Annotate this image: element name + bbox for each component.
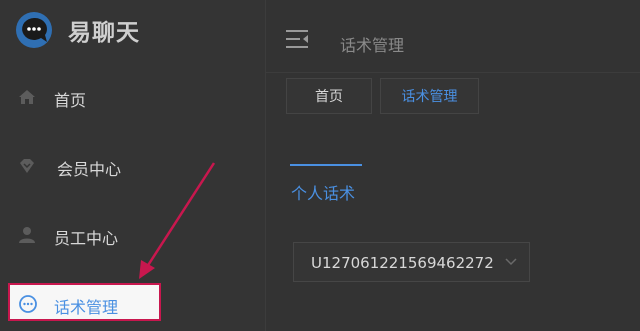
diamond-icon	[20, 159, 34, 173]
chevron-down-icon	[505, 258, 517, 266]
sidebar-item-script-management[interactable]: 话术管理	[0, 283, 265, 323]
tab-personal-scripts[interactable]: 个人话术	[291, 180, 355, 204]
sidebar: 易聊天 首页 会员中心 员工中心 话术管理	[0, 0, 265, 331]
sidebar-item-label: 首页	[54, 91, 87, 110]
sidebar-item-label: 员工中心	[54, 229, 119, 248]
tab-home[interactable]: 首页	[286, 78, 372, 114]
app-name: 易聊天	[68, 20, 140, 46]
account-select-value: U127061221569462272	[311, 254, 494, 272]
sidebar-item-label: 会员中心	[57, 160, 122, 179]
sidebar-item-home[interactable]: 首页	[0, 77, 265, 117]
user-icon	[19, 227, 35, 243]
top-bar: 话术管理	[266, 0, 640, 76]
sidebar-item-label: 话术管理	[54, 298, 119, 317]
tab-script-management[interactable]: 话术管理	[380, 78, 479, 114]
sidebar-item-member-center[interactable]: 会员中心	[0, 146, 265, 186]
menu-fold-icon[interactable]	[286, 30, 308, 48]
chat-dots-icon	[19, 295, 37, 313]
sidebar-item-staff-center[interactable]: 员工中心	[0, 215, 265, 255]
logo[interactable]: 易聊天	[14, 8, 140, 52]
top-bar-divider	[266, 72, 640, 73]
home-icon	[19, 90, 35, 104]
active-tab-indicator	[290, 164, 362, 166]
breadcrumb: 话术管理	[340, 36, 405, 55]
account-select[interactable]: U127061221569462272	[293, 242, 530, 282]
chat-bubble-logo-icon	[16, 12, 52, 48]
